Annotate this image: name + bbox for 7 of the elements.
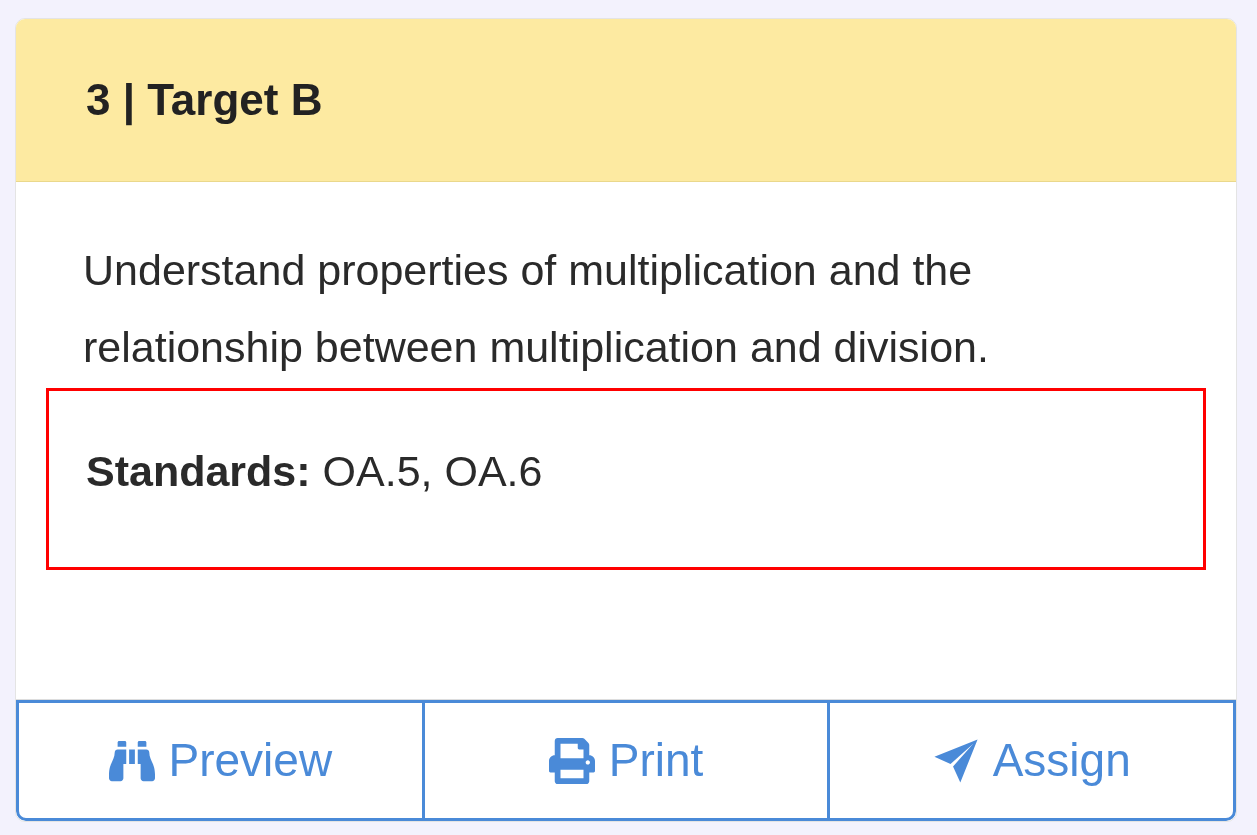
card-title: 3 | Target B	[86, 74, 323, 128]
standards-text: Standards: OA.5, OA.6	[86, 446, 544, 497]
printer-icon	[548, 737, 595, 784]
description: Understand properties of multiplication and the relationship between multiplication and division.	[82, 245, 990, 373]
action-button[interactable]: Preview	[16, 700, 425, 821]
action-button[interactable]: Assign	[827, 700, 1236, 821]
send-icon	[932, 737, 979, 784]
